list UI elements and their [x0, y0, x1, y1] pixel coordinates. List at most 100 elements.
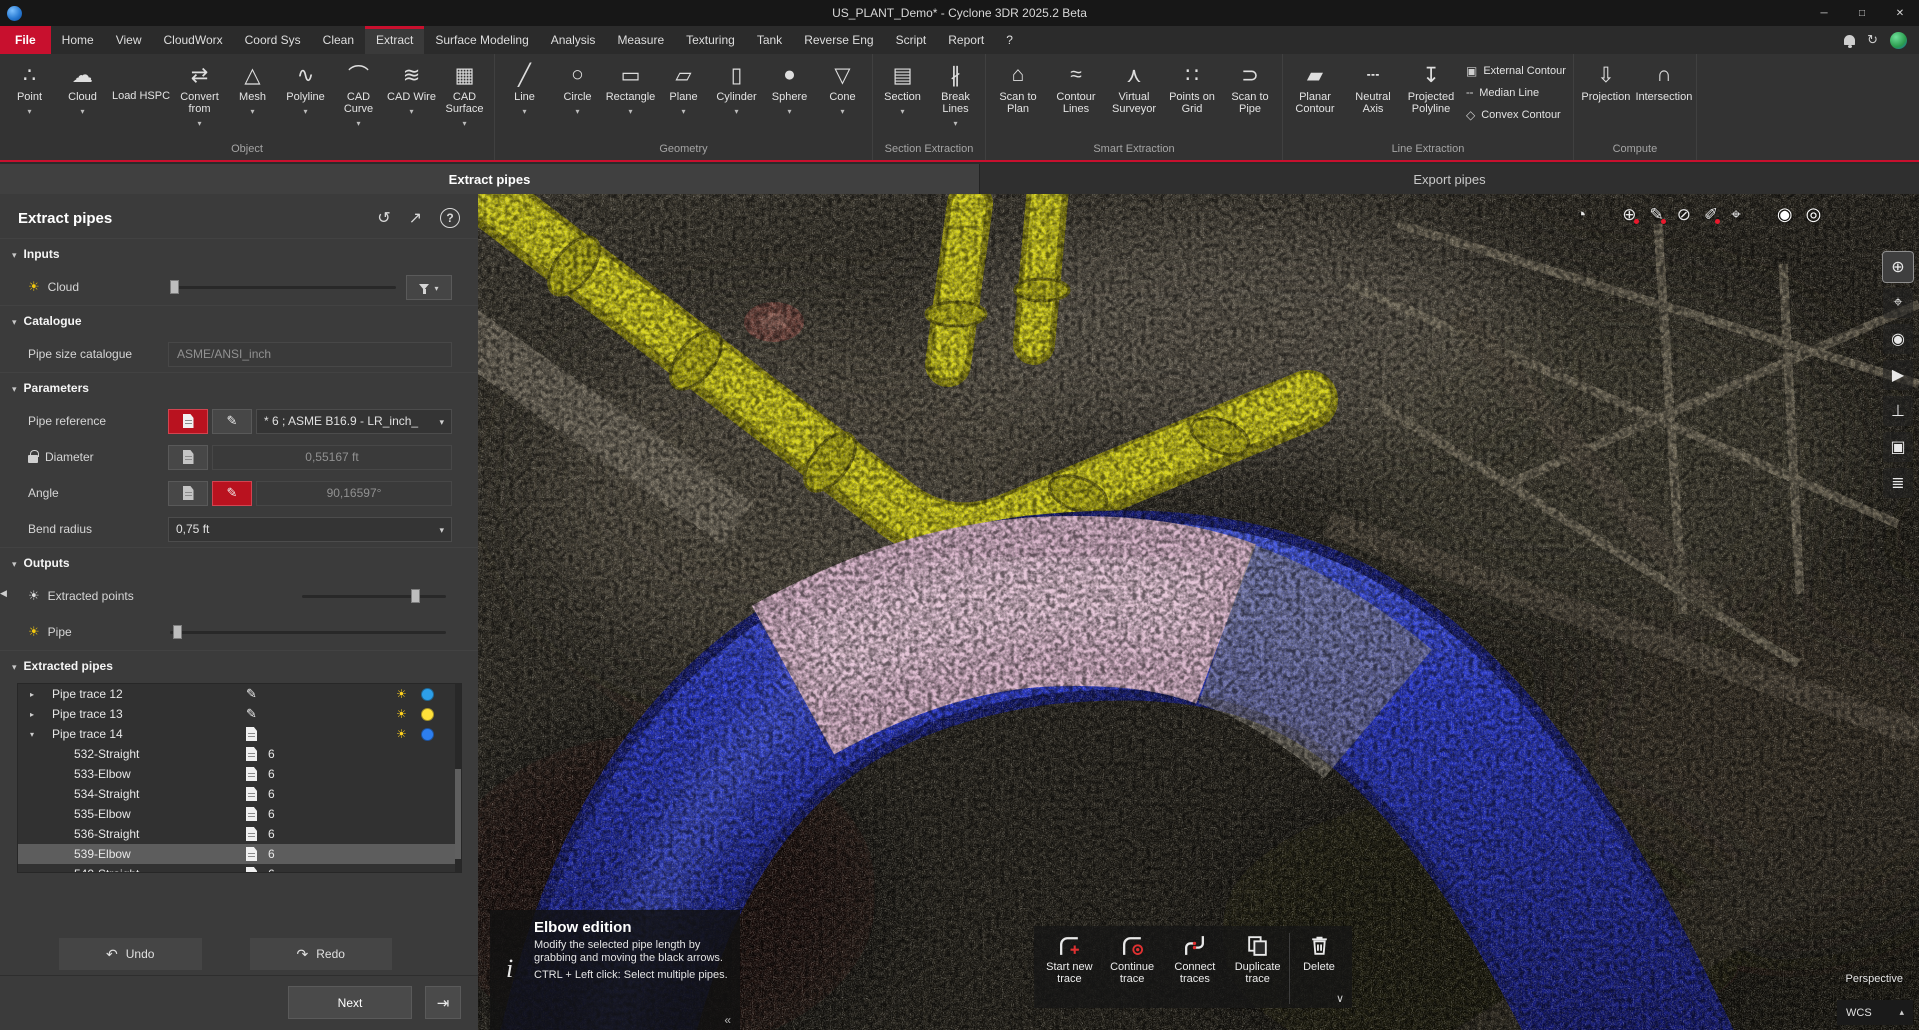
pipe-segment-row[interactable]: 532-Straight6 — [18, 744, 461, 764]
break-lines-button[interactable]: ∦Break Lines — [929, 54, 982, 125]
camera-next-icon[interactable]: ◎ — [1806, 204, 1822, 225]
bend-radius-dropdown[interactable]: 0,75 ft — [168, 517, 452, 542]
polyline-button[interactable]: ∿Polyline — [279, 54, 332, 113]
pipe-add-icon[interactable]: ⊕ — [1622, 205, 1636, 225]
center-target-icon[interactable]: ⌖ — [1883, 288, 1913, 318]
point-cloud-scene[interactable] — [478, 194, 1919, 1030]
point-button[interactable]: ∴Point — [3, 54, 56, 113]
catalogue-section-header[interactable]: Catalogue — [0, 306, 478, 336]
pipe-draw-icon[interactable]: ✐ — [1704, 205, 1718, 225]
next-button[interactable]: Next — [288, 986, 412, 1019]
expander-icon[interactable]: ▾ — [30, 730, 34, 739]
tab-texturing[interactable]: Texturing — [675, 26, 746, 54]
layers-icon[interactable]: ≣ — [1883, 468, 1913, 498]
rectangle-button[interactable]: ▭Rectangle — [604, 54, 657, 113]
user-avatar[interactable] — [1890, 32, 1907, 49]
viewport-3d[interactable]: ◔ ⊕ ✎ ⊘ ✐ ⌖ ◉ ◎ ⊕ ⌖ ◉ ▶ ⊥ ▣ ≣ i Elbow ed… — [478, 194, 1919, 1030]
median-line-button[interactable]: ╌Median Line — [1466, 86, 1566, 100]
external-contour-button[interactable]: ▣External Contour — [1466, 64, 1566, 78]
expander-icon[interactable]: ▸ — [30, 690, 34, 699]
app-icon[interactable] — [7, 6, 22, 21]
visibility-bulb-icon[interactable]: ☀ — [28, 624, 40, 640]
redo-button[interactable]: ↷Redo — [250, 938, 393, 970]
cloud-opacity-slider[interactable] — [170, 286, 396, 289]
panel-collapse-handle[interactable]: ◀ — [0, 588, 12, 599]
projected-polyline-button[interactable]: ↧Projected Polyline — [1402, 54, 1460, 115]
minimize-button[interactable]: ─ — [1805, 0, 1843, 26]
duplicate-trace-button[interactable]: Duplicate trace — [1226, 933, 1289, 1004]
cloud-filter-button[interactable] — [406, 275, 452, 300]
tab-measure[interactable]: Measure — [606, 26, 675, 54]
reset-parameters-icon[interactable]: ↺ — [377, 208, 390, 228]
tab-extract[interactable]: Extract — [365, 26, 424, 54]
angle-edit-button[interactable]: ✎ — [212, 481, 252, 506]
close-button[interactable]: ✕ — [1881, 0, 1919, 26]
projection-button[interactable]: ⇩Projection — [1577, 54, 1635, 103]
start-new-trace-button[interactable]: Start new trace — [1038, 933, 1101, 1004]
visibility-bulb-icon[interactable]: ☀ — [28, 279, 40, 295]
trace-color-swatch[interactable] — [421, 728, 434, 741]
extract-pipes-tab[interactable]: Extract pipes — [0, 164, 979, 194]
compass-icon[interactable]: ◔ — [1576, 205, 1586, 225]
edit-pencil-icon[interactable]: ✎ — [246, 706, 257, 722]
planar-contour-button[interactable]: ▰Planar Contour — [1286, 54, 1344, 115]
neutral-axis-button[interactable]: ┄Neutral Axis — [1344, 54, 1402, 115]
pipe-trace-row[interactable]: ▾ Pipe trace 14 ☀ — [18, 724, 461, 744]
undo-button[interactable]: ↶Undo — [59, 938, 202, 970]
circle-button[interactable]: ○Circle — [551, 54, 604, 113]
sphere-button[interactable]: ●Sphere — [763, 54, 816, 113]
tab-reverse-eng[interactable]: Reverse Eng — [793, 26, 884, 54]
notifications-bell-icon[interactable] — [1844, 35, 1855, 45]
pipe-erase-icon[interactable]: ⊘ — [1677, 205, 1691, 225]
section-button[interactable]: ▤Section — [876, 54, 929, 113]
contour-lines-button[interactable]: ≈Contour Lines — [1047, 54, 1105, 115]
line-button[interactable]: ╱Line — [498, 54, 551, 113]
edit-pencil-icon[interactable]: ✎ — [246, 686, 257, 702]
cad-surface-button[interactable]: ▦CAD Surface — [438, 54, 491, 125]
tab-tank[interactable]: Tank — [746, 26, 793, 54]
tab-cloudworx[interactable]: CloudWorx — [152, 26, 233, 54]
help-icon[interactable]: ? — [440, 208, 460, 228]
tab-script[interactable]: Script — [885, 26, 938, 54]
pipe-trace-row[interactable]: ▸ Pipe trace 13 ✎ ☀ — [18, 704, 461, 724]
pipe-reference-catalogue-button[interactable] — [168, 409, 208, 434]
tab-clean[interactable]: Clean — [312, 26, 365, 54]
cad-wire-button[interactable]: ≋CAD Wire — [385, 54, 438, 113]
cursor-icon[interactable]: ▶ — [1883, 360, 1913, 390]
toolbar-chevron-icon[interactable]: ∨ — [1336, 992, 1344, 1005]
expander-icon[interactable]: ▸ — [30, 710, 34, 719]
tab-home[interactable]: Home — [51, 26, 105, 54]
navigate-target-icon[interactable]: ⊕ — [1883, 252, 1913, 282]
pipe-reference-edit-button[interactable]: ✎ — [212, 409, 252, 434]
collapse-tooltip-button[interactable]: « — [724, 1013, 731, 1027]
pipe-segment-row[interactable]: 534-Straight6 — [18, 784, 461, 804]
convert-from-button[interactable]: ⇄Convert from — [173, 54, 226, 125]
pipe-segment-row[interactable]: 533-Elbow6 — [18, 764, 461, 784]
pipe-reference-dropdown[interactable]: * 6 ; ASME B16.9 - LR_inch_ — [256, 409, 452, 434]
trace-color-swatch[interactable] — [421, 688, 434, 701]
connect-traces-button[interactable]: Connect traces — [1164, 933, 1227, 1004]
angle-catalogue-button[interactable] — [168, 481, 208, 506]
extracted-pipes-section-header[interactable]: Extracted pipes — [0, 651, 478, 681]
export-panel-icon[interactable]: ↗ — [409, 208, 422, 228]
camera-previous-icon[interactable]: ◉ — [1777, 204, 1793, 225]
load-hspc-button[interactable]: Load HSPC — [109, 54, 173, 102]
cone-button[interactable]: ▽Cone — [816, 54, 869, 113]
pipe-trace-row[interactable]: ▸ Pipe trace 12 ✎ ☀ — [18, 684, 461, 704]
maximize-button[interactable]: □ — [1843, 0, 1881, 26]
cube-view-icon[interactable]: ▣ — [1883, 432, 1913, 462]
continue-trace-button[interactable]: Continue trace — [1101, 933, 1164, 1004]
trace-color-swatch[interactable] — [421, 708, 434, 721]
visibility-sun-icon[interactable]: ☀ — [396, 687, 407, 701]
pipe-segment-row-selected[interactable]: 539-Elbow6 — [18, 844, 461, 864]
pipe-size-catalogue-field[interactable]: ASME/ANSI_inch — [168, 342, 452, 367]
scan-to-plan-button[interactable]: ⌂Scan to Plan — [989, 54, 1047, 115]
wcs-selector[interactable]: WCS ▴ — [1837, 1000, 1913, 1025]
cylinder-button[interactable]: ▯Cylinder — [710, 54, 763, 113]
inputs-section-header[interactable]: Inputs — [0, 239, 478, 269]
pipe-opacity-slider[interactable] — [170, 631, 446, 634]
mesh-button[interactable]: △Mesh — [226, 54, 279, 113]
tree-scrollbar[interactable] — [455, 684, 461, 872]
slider-handle[interactable] — [411, 589, 420, 603]
visibility-sun-icon[interactable]: ☀ — [396, 727, 407, 741]
